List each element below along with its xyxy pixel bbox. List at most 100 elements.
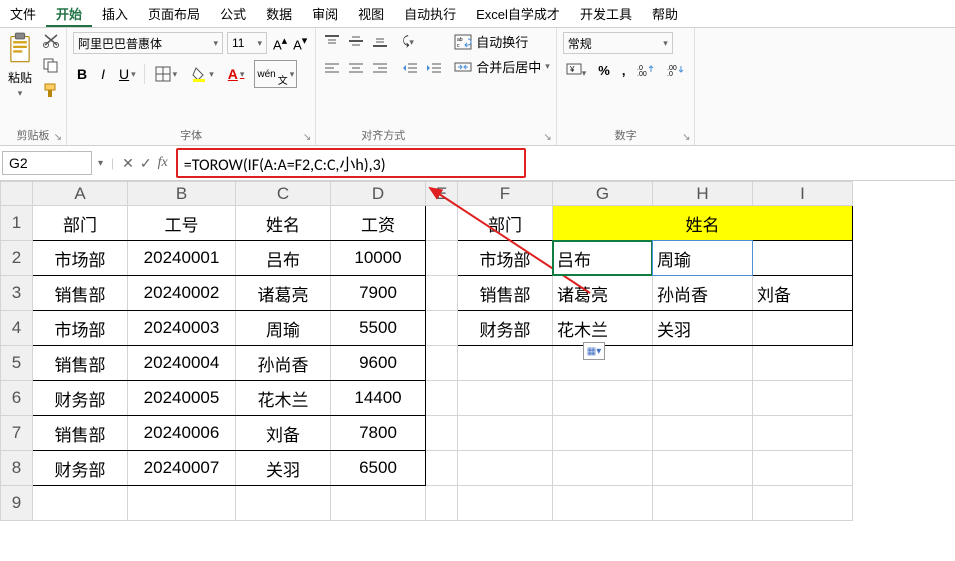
col-header[interactable]: A	[33, 182, 128, 206]
cell[interactable]: 9600	[331, 346, 426, 381]
col-header[interactable]: H	[653, 182, 753, 206]
cell[interactable]: 孙尚香	[653, 276, 753, 311]
cell[interactable]	[426, 486, 458, 521]
dialog-launcher-icon[interactable]: ↘	[303, 132, 311, 143]
copy-icon[interactable]	[42, 57, 60, 76]
phonetic-guide-button[interactable]: wén文▾	[254, 60, 297, 88]
cell[interactable]: 20240006	[128, 416, 236, 451]
accounting-format-button[interactable]: ¥▾	[563, 60, 590, 81]
row-header[interactable]: 1	[1, 206, 33, 241]
cell[interactable]: 关羽	[653, 311, 753, 346]
cell[interactable]: 20240001	[128, 241, 236, 276]
cell[interactable]: 20240005	[128, 381, 236, 416]
cell[interactable]	[426, 381, 458, 416]
cell[interactable]	[426, 416, 458, 451]
cell[interactable]: 7800	[331, 416, 426, 451]
col-header[interactable]: C	[236, 182, 331, 206]
menu-review[interactable]: 审阅	[302, 0, 348, 27]
cancel-icon[interactable]: ✕	[122, 155, 134, 172]
italic-button[interactable]: I	[97, 64, 109, 84]
cell[interactable]: 财务部	[458, 311, 553, 346]
cell[interactable]	[653, 416, 753, 451]
cell[interactable]	[753, 451, 853, 486]
dialog-launcher-icon[interactable]: ↘	[543, 132, 551, 143]
bold-button[interactable]: B	[73, 64, 91, 84]
cell[interactable]: 市场部	[33, 241, 128, 276]
cell[interactable]	[458, 486, 553, 521]
row-header[interactable]: 4	[1, 311, 33, 346]
cell[interactable]: 7900	[331, 276, 426, 311]
align-right-icon[interactable]	[370, 59, 390, 80]
cut-icon[interactable]	[42, 32, 60, 51]
cell[interactable]: 20240002	[128, 276, 236, 311]
cell[interactable]	[458, 346, 553, 381]
cell[interactable]	[426, 311, 458, 346]
cell[interactable]: 20240004	[128, 346, 236, 381]
row-header[interactable]: 5	[1, 346, 33, 381]
cell[interactable]	[753, 311, 853, 346]
cell[interactable]	[753, 381, 853, 416]
cell[interactable]: 关羽	[236, 451, 331, 486]
cell[interactable]	[426, 276, 458, 311]
increase-indent-icon[interactable]	[424, 59, 444, 80]
row-header[interactable]: 3	[1, 276, 33, 311]
increase-decimal-button[interactable]: .0.00	[634, 60, 658, 81]
cell[interactable]: 5500	[331, 311, 426, 346]
name-box[interactable]	[2, 151, 92, 175]
font-color-button[interactable]: A▾	[224, 64, 249, 84]
cell[interactable]: 6500	[331, 451, 426, 486]
col-header[interactable]: D	[331, 182, 426, 206]
row-header[interactable]: 7	[1, 416, 33, 451]
cell[interactable]: 诸葛亮	[553, 276, 653, 311]
font-name-select[interactable]: 阿里巴巴普惠体▾	[73, 32, 223, 54]
cell[interactable]: 14400	[331, 381, 426, 416]
cell[interactable]: 诸葛亮	[236, 276, 331, 311]
cell[interactable]: 花木兰	[553, 311, 653, 346]
menu-dev[interactable]: 开发工具	[570, 0, 642, 27]
cell[interactable]	[458, 416, 553, 451]
cell[interactable]	[553, 451, 653, 486]
cell[interactable]: 周瑜	[653, 241, 753, 276]
cell[interactable]: 部门	[458, 206, 553, 241]
decrease-font-icon[interactable]: A▾	[291, 32, 309, 54]
cell[interactable]	[553, 486, 653, 521]
increase-font-icon[interactable]: A▴	[271, 32, 289, 54]
border-button[interactable]: ▾	[151, 64, 182, 84]
cell[interactable]: 花木兰	[236, 381, 331, 416]
col-header[interactable]: B	[128, 182, 236, 206]
cell[interactable]: ▦▾	[553, 346, 653, 381]
cell[interactable]	[753, 346, 853, 381]
merge-center-button[interactable]: 合并后居中▾	[454, 57, 550, 76]
cell[interactable]	[753, 241, 853, 276]
fill-color-button[interactable]: ▾	[187, 64, 218, 84]
align-bottom-icon[interactable]	[370, 32, 390, 53]
cell[interactable]: 销售部	[33, 416, 128, 451]
cell[interactable]	[426, 346, 458, 381]
menu-insert[interactable]: 插入	[92, 0, 138, 27]
dialog-launcher-icon[interactable]: ↘	[682, 132, 690, 143]
col-header[interactable]: I	[753, 182, 853, 206]
cell[interactable]	[426, 451, 458, 486]
row-header[interactable]: 9	[1, 486, 33, 521]
cell[interactable]	[753, 486, 853, 521]
cell[interactable]: 姓名	[553, 206, 853, 241]
row-header[interactable]: 8	[1, 451, 33, 486]
font-size-select[interactable]: 11▾	[227, 32, 267, 54]
menu-file[interactable]: 文件	[0, 0, 46, 27]
menu-custom[interactable]: Excel自学成才	[466, 0, 570, 27]
format-painter-icon[interactable]	[42, 82, 60, 101]
comma-button[interactable]: ,	[619, 61, 629, 80]
wrap-text-button[interactable]: abc 自动换行	[454, 32, 550, 51]
cell[interactable]	[653, 381, 753, 416]
orientation-icon[interactable]: ⤹▾	[400, 32, 416, 53]
menu-view[interactable]: 视图	[348, 0, 394, 27]
cell[interactable]	[753, 416, 853, 451]
cell[interactable]: 20240007	[128, 451, 236, 486]
row-header[interactable]: 2	[1, 241, 33, 276]
align-center-icon[interactable]	[346, 59, 366, 80]
cell[interactable]: 市场部	[33, 311, 128, 346]
cell[interactable]	[458, 451, 553, 486]
cell[interactable]: 财务部	[33, 381, 128, 416]
cell[interactable]: 刘备	[236, 416, 331, 451]
cell[interactable]: 周瑜	[236, 311, 331, 346]
